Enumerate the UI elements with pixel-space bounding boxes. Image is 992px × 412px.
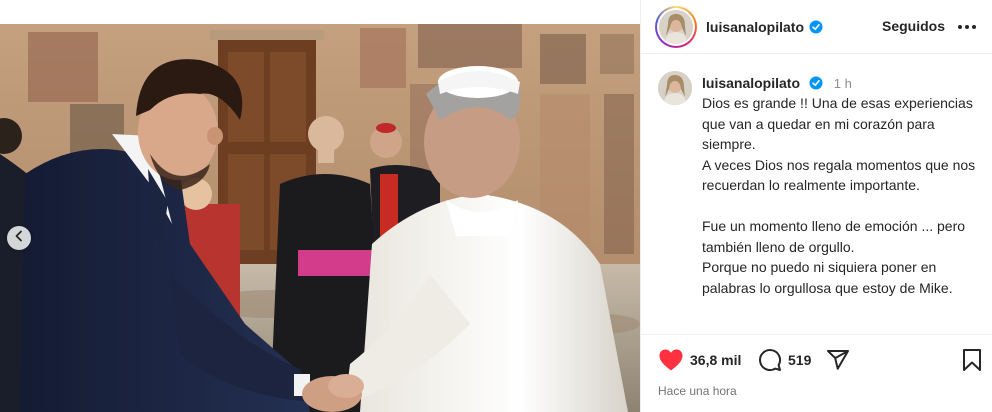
bookmark-icon[interactable] [961,348,983,372]
post-photo[interactable] [0,24,640,412]
caption-header: luisanalopilato 1 h [702,74,852,93]
save-action [961,348,983,372]
comment-action: 519 [758,348,811,372]
heart-filled-icon[interactable] [658,348,684,372]
post-time-ago: 1 h [833,76,852,91]
verified-badge-icon [809,20,823,34]
verified-badge-icon [809,76,823,90]
more-options-button[interactable] [953,12,981,40]
avatar-image [659,9,693,44]
photo-illustration [0,24,640,412]
like-action: 36,8 mil [658,348,741,372]
header-username[interactable]: luisanalopilato [706,19,804,35]
post-media-area [0,0,640,412]
likes-count[interactable]: 36,8 mil [690,352,741,368]
post-actions-bar: 36,8 mil 519 Hace una hora [641,334,992,412]
chevron-left-icon [13,229,25,247]
post-side-panel: luisanalopilato Seguidos luisanalopilato [640,0,992,412]
caption-avatar[interactable] [658,71,692,105]
post-header: luisanalopilato Seguidos [641,0,992,54]
following-button[interactable]: Seguidos [882,18,945,34]
caption-username[interactable]: luisanalopilato [702,75,800,91]
caption-area: luisanalopilato 1 h Dios es grande !! Un… [641,55,992,333]
more-options-icon [957,17,977,35]
paper-plane-icon[interactable] [826,348,850,372]
previous-photo-button[interactable] [7,226,31,250]
caption-text: Dios es grande !! Una de esas experienci… [702,95,976,296]
post-timestamp: Hace una hora [658,384,737,398]
comments-count[interactable]: 519 [788,352,811,368]
share-action [826,348,850,372]
profile-avatar[interactable] [655,5,697,48]
comment-bubble-icon[interactable] [758,348,782,372]
